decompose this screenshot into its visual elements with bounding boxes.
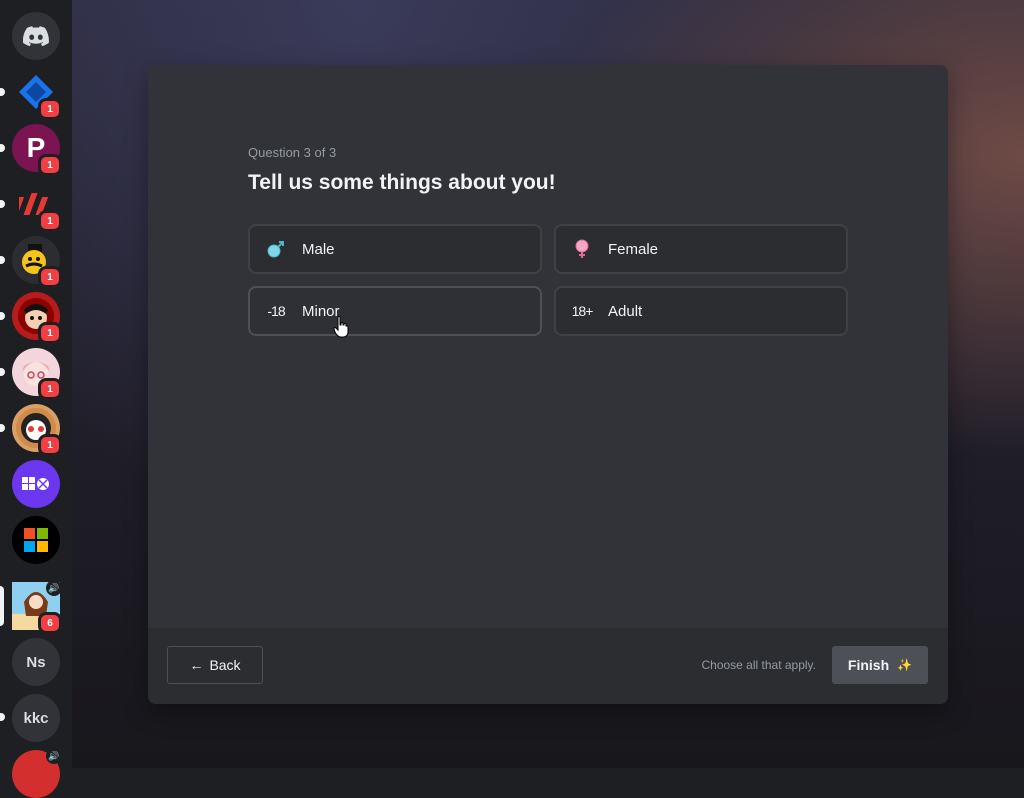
- discord-home-button[interactable]: [12, 12, 60, 60]
- server-blue-diamond[interactable]: 1: [12, 68, 62, 120]
- server-p-logo[interactable]: P 1: [12, 124, 62, 176]
- modal-footer: ← Back Choose all that apply. Finish ✨: [148, 628, 948, 704]
- option-adult-label: Adult: [608, 302, 643, 320]
- question-counter: Question 3 of 3: [248, 145, 337, 160]
- unread-badge: 1: [38, 98, 62, 120]
- server-anime-red[interactable]: 1: [12, 292, 62, 344]
- server-rail: 1 P 1 1 1 1 1 1 🔊 6 Ns kkc 🔊: [0, 0, 72, 798]
- unread-badge: 1: [38, 266, 62, 288]
- unread-indicator: [0, 368, 5, 376]
- unread-badge: 1: [38, 322, 62, 344]
- microsoft-logo-icon: [24, 528, 48, 552]
- onboarding-modal: Question 3 of 3 Tell us some things abou…: [148, 65, 948, 704]
- server-kkc-label: kkc: [23, 709, 49, 727]
- server-ns[interactable]: Ns: [12, 638, 60, 686]
- male-icon: [266, 239, 286, 259]
- unread-indicator: [0, 312, 5, 320]
- server-kkc[interactable]: kkc: [12, 694, 60, 742]
- 18-plus-icon: 18+: [571, 303, 594, 319]
- unread-badge: 6: [38, 612, 62, 634]
- option-adult[interactable]: 18+ Adult: [554, 286, 848, 336]
- selection-hint: Choose all that apply.: [701, 658, 816, 672]
- unread-badge: 1: [38, 210, 62, 232]
- option-male[interactable]: Male: [248, 224, 542, 274]
- finish-button-label: Finish: [847, 657, 890, 673]
- unread-indicator: [0, 713, 5, 721]
- windows-xbox-icon: [22, 477, 49, 490]
- option-male-label: Male: [302, 240, 335, 258]
- server-anime-beach[interactable]: 🔊 6: [12, 580, 62, 634]
- unread-indicator: [0, 88, 5, 96]
- hand-cursor-icon: [333, 316, 349, 338]
- server-round-face[interactable]: 1: [12, 404, 62, 456]
- unread-indicator: [0, 256, 5, 264]
- server-red-partial[interactable]: 🔊: [12, 748, 62, 798]
- question-title: Tell us some things about you!: [248, 171, 556, 194]
- arrow-left-icon: ←: [189, 657, 204, 673]
- unread-indicator: [0, 200, 5, 208]
- minus-18-icon: -18: [267, 303, 285, 319]
- speaker-icon: 🔊: [46, 580, 62, 596]
- unread-badge: 1: [38, 434, 62, 456]
- finish-button[interactable]: Finish ✨: [832, 646, 928, 684]
- server-ns-label: Ns: [26, 653, 46, 671]
- unread-indicator: [0, 424, 5, 432]
- discord-logo-icon: [23, 26, 49, 46]
- unread-badge: 1: [38, 378, 62, 400]
- server-xbox-purple[interactable]: [12, 460, 60, 508]
- server-red-stripes[interactable]: 1: [12, 180, 62, 232]
- unread-indicator: [0, 144, 5, 152]
- option-female[interactable]: Female: [554, 224, 848, 274]
- server-anime-pink[interactable]: 1: [12, 348, 62, 400]
- server-yellow-mustache[interactable]: 1: [12, 236, 62, 288]
- option-minor[interactable]: -18 Minor: [248, 286, 542, 336]
- active-server-indicator: [0, 586, 4, 626]
- back-button[interactable]: ← Back: [167, 646, 263, 684]
- server-microsoft[interactable]: [12, 516, 60, 564]
- option-female-label: Female: [608, 240, 659, 258]
- speaker-icon: 🔊: [46, 748, 62, 764]
- female-icon: [572, 239, 592, 259]
- back-button-label: Back: [209, 657, 241, 673]
- unread-badge: 1: [38, 154, 62, 176]
- sparkle-wand-icon: ✨: [897, 658, 913, 672]
